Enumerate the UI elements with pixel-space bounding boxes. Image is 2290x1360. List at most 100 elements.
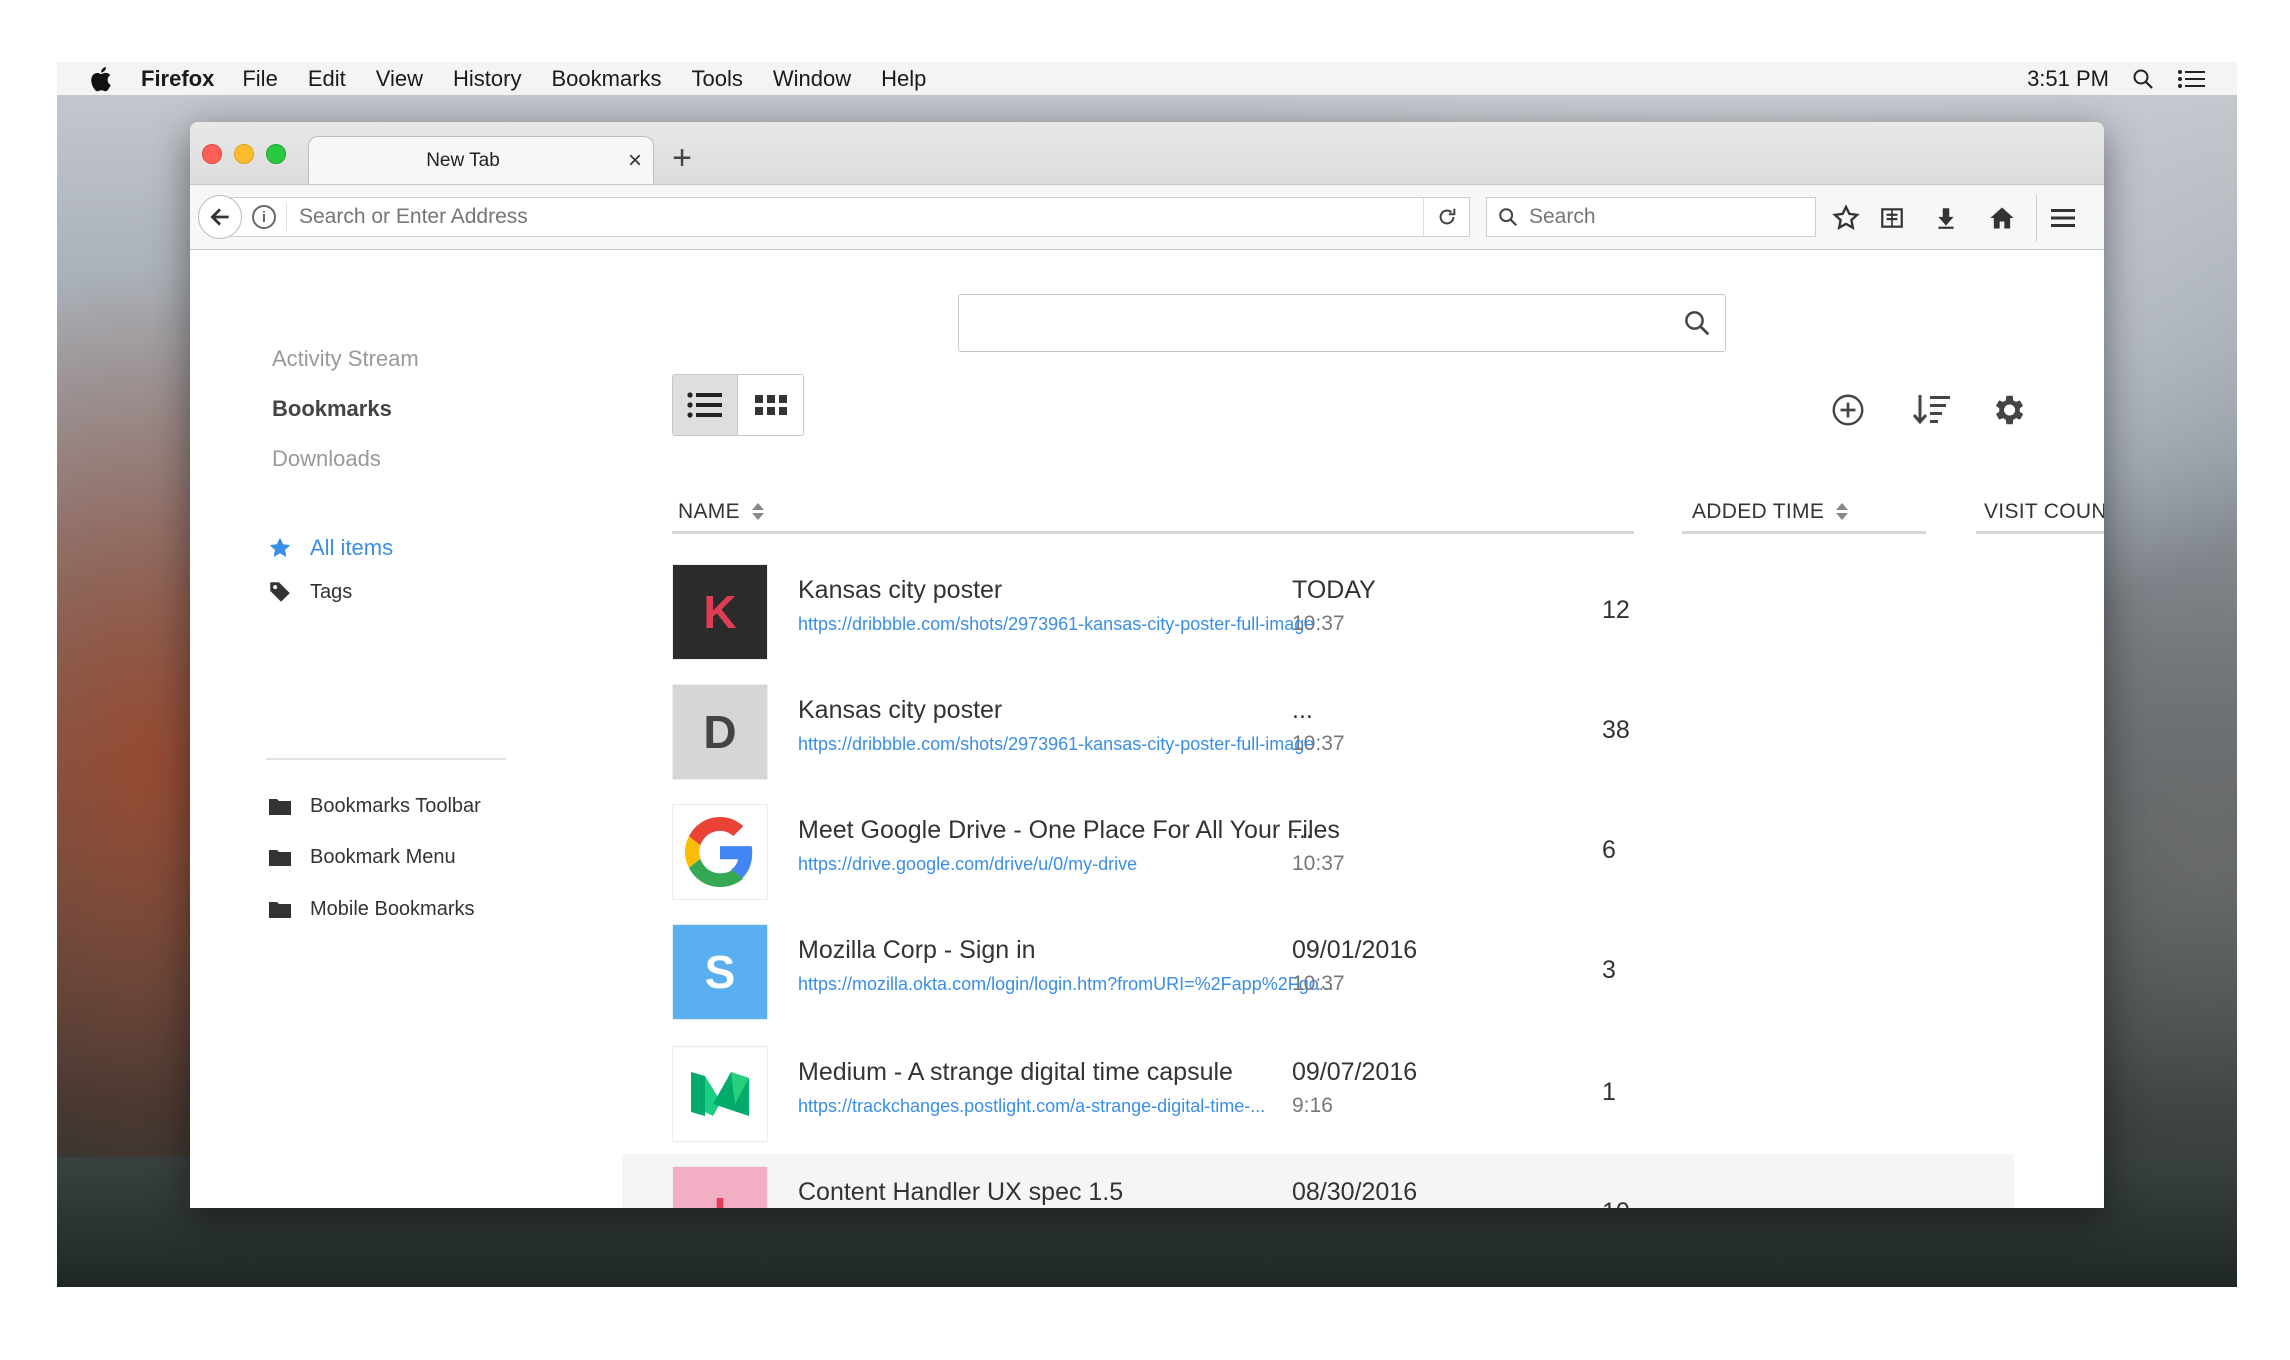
sort-arrows-icon (1836, 503, 1849, 520)
bookmark-visit-count: 6 (1602, 836, 1616, 864)
bookmark-title[interactable]: Kansas city poster (798, 696, 1002, 725)
google-g-icon (685, 817, 753, 887)
bookmark-title[interactable]: Content Handler UX spec 1.5 (798, 1178, 1123, 1207)
column-header-added-time[interactable]: ADDED TIME (1682, 492, 1926, 534)
bookmarks-search-input[interactable] (959, 295, 1669, 351)
apple-icon[interactable] (87, 64, 117, 94)
folder-bookmarks-toolbar[interactable]: Bookmarks Toolbar (266, 792, 481, 820)
sort-arrows-icon (751, 503, 764, 520)
filter-all-items[interactable]: All items (266, 534, 393, 562)
reload-icon[interactable] (1423, 197, 1469, 237)
bookmark-added-time: 10:37 (1292, 732, 1345, 755)
menu-window[interactable]: Window (773, 66, 851, 92)
medium-logo-thumbnail (672, 1046, 768, 1142)
window-zoom-button[interactable] (266, 144, 286, 164)
reading-list-button[interactable] (1874, 200, 1910, 236)
folder-label: Mobile Bookmarks (310, 897, 475, 920)
menu-view[interactable]: View (376, 66, 423, 92)
filter-tags-label: Tags (310, 580, 353, 603)
back-arrow-icon (210, 208, 229, 226)
nav-bookmarks[interactable]: Bookmarks (272, 396, 392, 422)
nav-downloads[interactable]: Downloads (272, 446, 381, 472)
settings-button[interactable] (1986, 388, 2030, 432)
view-toggle (672, 374, 804, 436)
menubar-app-name[interactable]: Firefox (141, 66, 214, 92)
list-view-button[interactable] (673, 375, 738, 435)
bookmark-thumbnail: S (672, 924, 768, 1020)
macos-menubar: Firefox File Edit View History Bookmarks… (57, 62, 2237, 96)
folder-label: Bookmark Menu (310, 845, 456, 868)
grid-view-icon (754, 395, 787, 415)
bookmark-url[interactable]: https://mozilla.okta.com/login/login.htm… (798, 974, 1334, 995)
bookmark-title[interactable]: Meet Google Drive - One Place For All Yo… (798, 816, 1340, 845)
menu-edit[interactable]: Edit (308, 66, 346, 92)
bookmark-row[interactable]: D Kansas city poster https://dribbble.co… (626, 672, 2014, 792)
address-input[interactable] (297, 204, 1423, 230)
notification-center-icon[interactable] (2177, 67, 2207, 91)
bookmark-row[interactable]: Medium - A strange digital time capsule … (626, 1034, 2014, 1154)
menu-history[interactable]: History (453, 66, 521, 92)
folder-mobile-bookmarks[interactable]: Mobile Bookmarks (266, 895, 475, 923)
bookmark-row[interactable]: I Content Handler UX spec 1.5 08/30/2016… (622, 1154, 2014, 1208)
grid-view-button[interactable] (738, 375, 803, 435)
search-icon[interactable] (1669, 308, 1725, 338)
url-divider (286, 203, 287, 231)
download-arrow-icon (1938, 208, 1954, 229)
menu-bookmarks[interactable]: Bookmarks (551, 66, 661, 92)
url-bar[interactable]: i (230, 197, 1470, 237)
folder-label: Bookmarks Toolbar (310, 794, 481, 817)
gear-icon (1995, 395, 2024, 425)
bookmark-thumbnail: K (672, 564, 768, 660)
bookmark-title[interactable]: Kansas city poster (798, 576, 1002, 605)
bookmark-row[interactable]: S Mozilla Corp - Sign in https://mozilla… (626, 912, 2014, 1032)
home-button[interactable] (1984, 200, 2020, 236)
bookmark-visit-count: 1 (1602, 1078, 1616, 1106)
bookmarks-search-field[interactable] (958, 294, 1726, 352)
bookmark-title[interactable]: Medium - A strange digital time capsule (798, 1058, 1233, 1087)
tab-new-tab[interactable]: New Tab × (308, 136, 654, 184)
info-icon[interactable]: i (252, 205, 276, 229)
downloads-button[interactable] (1928, 200, 1964, 236)
column-name-label: NAME (678, 499, 740, 523)
bookmark-added-time: 10:37 (1292, 972, 1345, 995)
window-close-button[interactable] (202, 144, 222, 164)
add-bookmark-button[interactable] (1826, 388, 1870, 432)
hamburger-menu-icon (2050, 209, 2075, 227)
bookmark-visit-count: 38 (1602, 716, 1630, 744)
folder-icon (266, 843, 294, 871)
bookmark-url[interactable]: https://dribbble.com/shots/2973961-kansa… (798, 734, 1314, 755)
firefox-window: New Tab × + i Search or Enter Address Se… (190, 122, 2104, 1208)
spotlight-icon[interactable] (2131, 67, 2155, 91)
new-tab-button[interactable]: + (662, 138, 702, 178)
filter-tags[interactable]: Tags (266, 578, 352, 606)
filter-all-items-label: All items (310, 535, 394, 560)
bookmark-added-date: 09/07/2016 (1292, 1058, 1418, 1086)
bookmark-title[interactable]: Mozilla Corp - Sign in (798, 936, 1036, 965)
list-view-icon (687, 392, 722, 418)
tag-icon (266, 578, 294, 606)
back-button[interactable] (198, 195, 242, 239)
open-menu-button[interactable] (2036, 195, 2088, 241)
window-minimize-button[interactable] (234, 144, 254, 164)
bookmark-url[interactable]: https://trackchanges.postlight.com/a-str… (798, 1096, 1265, 1117)
menu-help[interactable]: Help (881, 66, 926, 92)
bookmark-url[interactable]: https://dribbble.com/shots/2973961-kansa… (798, 614, 1314, 635)
search-bar[interactable] (1486, 197, 1816, 237)
column-header-name[interactable]: NAME (672, 492, 1634, 534)
bookmark-added-date: 08/30/2016 (1292, 1178, 1418, 1206)
menu-file[interactable]: File (242, 66, 277, 92)
menu-tools[interactable]: Tools (692, 66, 743, 92)
bookmark-row[interactable]: K Kansas city poster https://dribbble.co… (626, 552, 2014, 672)
medium-m-icon (691, 1072, 749, 1116)
bookmark-star-button[interactable] (1828, 200, 1864, 236)
search-input[interactable] (1527, 204, 1815, 230)
tab-close-button[interactable]: × (617, 147, 653, 175)
bookmark-url[interactable]: https://drive.google.com/drive/u/0/my-dr… (798, 854, 1137, 875)
folder-bookmark-menu[interactable]: Bookmark Menu (266, 843, 456, 871)
column-header-visit-count[interactable]: VISIT COUNT (1976, 492, 2104, 534)
sort-button[interactable] (1910, 388, 1954, 432)
bookmark-row[interactable]: Meet Google Drive - One Place For All Yo… (626, 792, 2014, 912)
bookmark-visit-count: 12 (1602, 596, 1630, 624)
nav-activity-stream[interactable]: Activity Stream (272, 346, 419, 372)
menubar-clock[interactable]: 3:51 PM (2027, 66, 2109, 92)
